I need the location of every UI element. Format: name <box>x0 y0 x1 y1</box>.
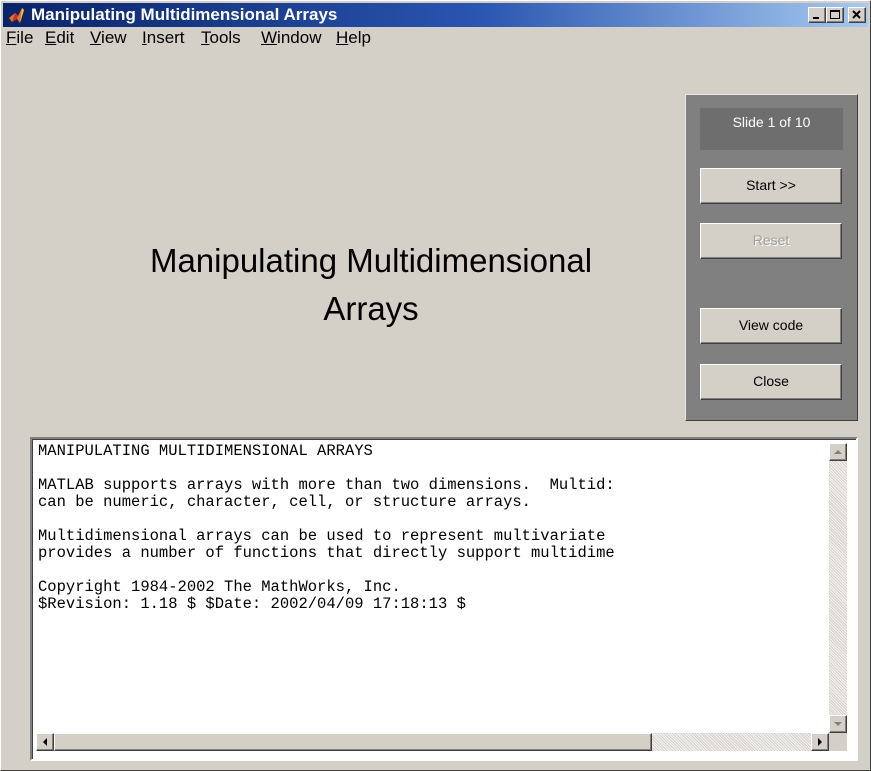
text-line: Copyright 1984-2002 The MathWorks, Inc. <box>38 578 401 596</box>
scrollbar-corner <box>829 733 847 751</box>
close-demo-button[interactable]: Close <box>700 364 842 400</box>
menu-tools[interactable]: Tools <box>201 28 241 48</box>
menu-view[interactable]: View <box>90 28 127 48</box>
slide-title-line-1: Manipulating Multidimensional <box>149 242 593 279</box>
demo-window: Manipulating Multidimensional Arrays Fil… <box>0 0 871 771</box>
reset-button[interactable]: Reset <box>700 223 842 259</box>
arrow-right-icon <box>818 738 822 746</box>
arrow-down-icon <box>834 722 842 726</box>
text-line <box>38 511 828 528</box>
description-textbox[interactable]: MANIPULATING MULTIDIMENSIONAL ARRAYS MAT… <box>30 437 858 761</box>
scroll-left-button[interactable] <box>36 733 54 751</box>
start-button[interactable]: Start >> <box>700 168 842 204</box>
view-code-button[interactable]: View code <box>700 308 842 344</box>
window-title: Manipulating Multidimensional Arrays <box>31 5 338 24</box>
maximize-button[interactable] <box>826 7 844 23</box>
arrow-up-icon <box>834 450 842 454</box>
close-button[interactable] <box>848 7 866 23</box>
text-line: MATLAB supports arrays with more than tw… <box>38 476 615 494</box>
description-text: MANIPULATING MULTIDIMENSIONAL ARRAYS MAT… <box>38 443 828 723</box>
menu-file[interactable]: File <box>6 28 33 48</box>
scroll-up-button[interactable] <box>829 443 847 461</box>
menu-bar: File Edit View Insert Tools Window Help <box>3 27 868 49</box>
slide-title-line-2: Arrays <box>323 290 419 327</box>
text-line: provides a number of functions that dire… <box>38 544 615 562</box>
scroll-down-button[interactable] <box>829 715 847 733</box>
slide-counter: Slide 1 of 10 <box>700 108 843 150</box>
maximize-icon <box>830 10 840 19</box>
menu-help[interactable]: Help <box>336 28 371 48</box>
minimize-icon <box>813 17 819 19</box>
horizontal-scroll-thumb[interactable] <box>54 733 652 751</box>
menu-window[interactable]: Window <box>261 28 321 48</box>
control-panel: Slide 1 of 10 Start >> Reset View code C… <box>685 94 858 421</box>
menu-insert[interactable]: Insert <box>142 28 185 48</box>
close-icon <box>852 10 861 19</box>
text-line: can be numeric, character, cell, or stru… <box>38 493 531 511</box>
matlab-logo-icon <box>9 8 24 23</box>
vertical-scrollbar[interactable] <box>829 443 847 733</box>
title-bar[interactable]: Manipulating Multidimensional Arrays <box>3 3 868 27</box>
text-line <box>38 562 828 579</box>
scroll-right-button[interactable] <box>811 733 829 751</box>
horizontal-scrollbar[interactable] <box>36 733 829 751</box>
menu-edit[interactable]: Edit <box>45 28 74 48</box>
arrow-left-icon <box>43 738 47 746</box>
text-line: MANIPULATING MULTIDIMENSIONAL ARRAYS <box>38 443 373 460</box>
text-line: Multidimensional arrays can be used to r… <box>38 527 606 545</box>
minimize-button[interactable] <box>808 7 826 23</box>
slide-title: Manipulating Multidimensional Arrays <box>41 237 701 333</box>
text-line <box>38 460 828 477</box>
text-line: $Revision: 1.18 $ $Date: 2002/04/09 17:1… <box>38 595 466 613</box>
